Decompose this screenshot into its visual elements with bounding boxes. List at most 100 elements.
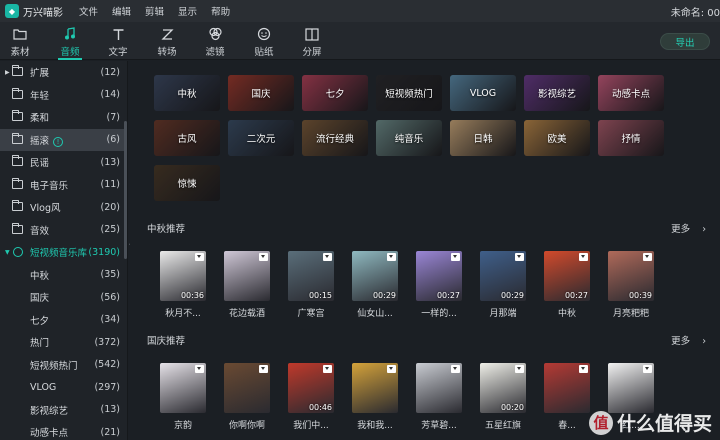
tab-text[interactable]: 文字 bbox=[98, 25, 138, 59]
track-card[interactable]: 春... bbox=[544, 363, 590, 431]
tab-audio[interactable]: 音频 bbox=[50, 25, 90, 60]
download-icon[interactable] bbox=[323, 365, 332, 373]
sidebar-item-vlog[interactable]: VLOG (297) bbox=[0, 376, 127, 399]
download-icon[interactable] bbox=[579, 365, 588, 373]
sidebar-item-beat-sync[interactable]: 动感卡点 (21) bbox=[0, 421, 127, 440]
track-thumbnail[interactable]: 00:29 bbox=[480, 251, 526, 301]
sidebar-item-hot[interactable]: 热门 (372) bbox=[0, 331, 127, 354]
download-icon[interactable] bbox=[579, 253, 588, 261]
tab-sticker[interactable]: 贴纸 bbox=[244, 25, 284, 59]
menu-file[interactable]: 文件 bbox=[79, 4, 98, 18]
category-chip[interactable]: 七夕 bbox=[302, 75, 368, 111]
category-chip[interactable]: 中秋 bbox=[154, 75, 220, 111]
track-card[interactable]: 我和我... bbox=[352, 363, 398, 431]
sidebar-scrollbar[interactable] bbox=[124, 121, 127, 259]
track-card[interactable]: 京韵 bbox=[160, 363, 206, 431]
download-icon[interactable] bbox=[643, 365, 652, 373]
download-icon[interactable] bbox=[643, 253, 652, 261]
track-card[interactable]: 00:39 月亮粑粑 bbox=[608, 251, 654, 319]
category-chip[interactable]: 纯音乐 bbox=[376, 120, 442, 156]
category-chip[interactable]: 影视综艺 bbox=[524, 75, 590, 111]
track-card[interactable]: 00:27 一样的... bbox=[416, 251, 462, 319]
tab-media[interactable]: 素材 bbox=[0, 25, 40, 59]
category-chip[interactable]: 抒情 bbox=[598, 120, 664, 156]
track-thumbnail[interactable]: 00:29 bbox=[352, 251, 398, 301]
track-thumbnail[interactable]: 00:27 bbox=[416, 251, 462, 301]
track-card[interactable]: 00:27 中秋 bbox=[544, 251, 590, 319]
sidebar-item-film-variety[interactable]: 影视综艺 (13) bbox=[0, 399, 127, 422]
download-icon[interactable] bbox=[259, 365, 268, 373]
download-icon[interactable] bbox=[323, 253, 332, 261]
download-icon[interactable] bbox=[515, 253, 524, 261]
menu-edit[interactable]: 编辑 bbox=[112, 4, 131, 18]
tab-filter[interactable]: 滤镜 bbox=[195, 25, 235, 59]
track-card[interactable]: 00:36 秋月不... bbox=[160, 251, 206, 319]
track-thumbnail[interactable] bbox=[416, 363, 462, 413]
sidebar-item-mid-autumn[interactable]: 中秋 (35) bbox=[0, 264, 127, 287]
track-thumbnail[interactable]: 00:15 bbox=[288, 251, 334, 301]
menu-view[interactable]: 显示 bbox=[178, 4, 197, 18]
track-thumbnail[interactable] bbox=[224, 363, 270, 413]
download-icon[interactable] bbox=[451, 365, 460, 373]
sidebar-item-national-day[interactable]: 国庆 (56) bbox=[0, 286, 127, 309]
category-chip[interactable]: 二次元 bbox=[228, 120, 294, 156]
category-chip[interactable]: 欧美 bbox=[524, 120, 590, 156]
sidebar-item-sfx[interactable]: 音效 (25) bbox=[0, 219, 127, 242]
track-card[interactable]: 00:15 广寒宫 bbox=[288, 251, 334, 319]
track-card[interactable]: 芳草碧... bbox=[416, 363, 462, 431]
sidebar-item-qixi[interactable]: 七夕 (34) bbox=[0, 309, 127, 332]
track-card[interactable]: 花边载酒 bbox=[224, 251, 270, 319]
track-card[interactable]: 00:20 五星红旗 bbox=[480, 363, 526, 431]
category-chip[interactable]: 国庆 bbox=[228, 75, 294, 111]
sidebar-item-rock[interactable]: 摇滚! (6) bbox=[0, 128, 127, 151]
track-thumbnail[interactable]: 00:39 bbox=[608, 251, 654, 301]
sidebar-item-young[interactable]: 年轻 (14) bbox=[0, 84, 127, 107]
category-label: 动感卡点 bbox=[611, 89, 650, 100]
track-thumbnail[interactable] bbox=[608, 363, 654, 413]
expand-arrow-icon[interactable]: ▶ bbox=[5, 69, 10, 76]
category-label: 七夕 bbox=[325, 89, 345, 100]
category-chip[interactable]: 日韩 bbox=[450, 120, 516, 156]
download-icon[interactable] bbox=[195, 365, 204, 373]
category-chip[interactable]: VLOG bbox=[450, 75, 516, 111]
info-icon[interactable]: ! bbox=[53, 136, 64, 147]
track-card[interactable]: 00:46 我们中... bbox=[288, 363, 334, 431]
track-card[interactable]: 你啊你啊 bbox=[224, 363, 270, 431]
category-chip[interactable]: 短视频热门 bbox=[376, 75, 442, 111]
track-thumbnail[interactable] bbox=[544, 363, 590, 413]
track-thumbnail[interactable]: 00:36 bbox=[160, 251, 206, 301]
download-icon[interactable] bbox=[195, 253, 204, 261]
track-thumbnail[interactable] bbox=[224, 251, 270, 301]
download-icon[interactable] bbox=[451, 253, 460, 261]
sidebar-item-soft[interactable]: 柔和 (7) bbox=[0, 106, 127, 129]
sidebar-item-short-video-hot[interactable]: 短视频热门 (542) bbox=[0, 354, 127, 377]
export-button[interactable]: 导出 bbox=[660, 33, 710, 50]
more-link[interactable]: 更多 › bbox=[671, 221, 706, 235]
track-thumbnail[interactable]: 00:27 bbox=[544, 251, 590, 301]
track-card[interactable]: 00:29 仙女山... bbox=[352, 251, 398, 319]
menu-clip[interactable]: 剪辑 bbox=[145, 4, 164, 18]
track-thumbnail[interactable]: 00:46 bbox=[288, 363, 334, 413]
track-thumbnail[interactable] bbox=[160, 363, 206, 413]
track-thumbnail[interactable] bbox=[352, 363, 398, 413]
collapse-arrow-icon[interactable]: ▼ bbox=[5, 249, 10, 256]
category-chip[interactable]: 古风 bbox=[154, 120, 220, 156]
download-icon[interactable] bbox=[515, 365, 524, 373]
category-chip[interactable]: 惊悚 bbox=[154, 165, 220, 201]
tab-transition[interactable]: 转场 bbox=[147, 25, 187, 59]
tab-split-screen[interactable]: 分屏 bbox=[292, 25, 332, 59]
sidebar-item-short-video-library[interactable]: ▼ 短视频音乐库 (3190) bbox=[0, 241, 127, 264]
download-icon[interactable] bbox=[387, 365, 396, 373]
sidebar-item-vlog-style[interactable]: Vlog风 (20) bbox=[0, 196, 127, 219]
download-icon[interactable] bbox=[259, 253, 268, 261]
download-icon[interactable] bbox=[387, 253, 396, 261]
sidebar-item-expand[interactable]: ▶ 扩展 (12) bbox=[0, 61, 127, 84]
track-thumbnail[interactable]: 00:20 bbox=[480, 363, 526, 413]
sidebar-item-folk[interactable]: 民谣 (13) bbox=[0, 151, 127, 174]
track-card[interactable]: 00:29 月那端 bbox=[480, 251, 526, 319]
category-chip[interactable]: 动感卡点 bbox=[598, 75, 664, 111]
sidebar-item-electronic[interactable]: 电子音乐 (11) bbox=[0, 174, 127, 197]
more-link[interactable]: 更多 › bbox=[671, 333, 706, 347]
category-chip[interactable]: 流行经典 bbox=[302, 120, 368, 156]
menu-help[interactable]: 帮助 bbox=[211, 4, 230, 18]
